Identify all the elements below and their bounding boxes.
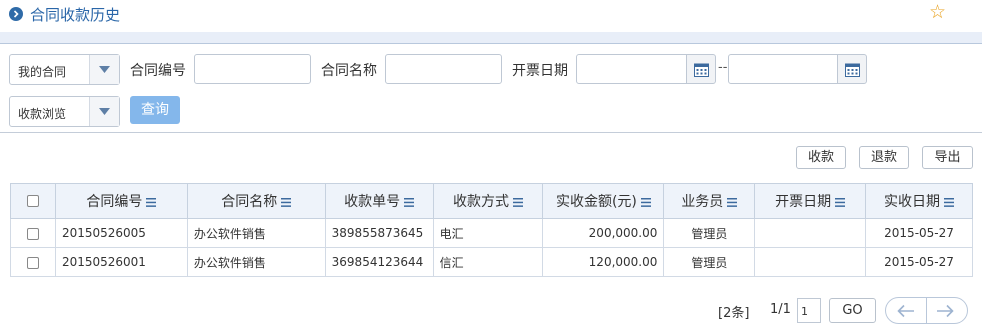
- column-header[interactable]: 业务员: [663, 183, 756, 219]
- salesperson-cell: 管理员: [663, 247, 756, 277]
- column-header[interactable]: 合同名称: [186, 183, 326, 219]
- menu-icon: [404, 197, 415, 207]
- menu-icon: [281, 197, 292, 207]
- receipt-no-cell: 389855873645: [324, 218, 434, 248]
- collect-button[interactable]: 收款: [796, 146, 846, 169]
- page-indicator: 1/1: [770, 302, 791, 317]
- contract-no-input[interactable]: [194, 54, 311, 84]
- table-row[interactable]: 20150526001 办公软件销售 369854123644 信汇 120,0…: [10, 247, 973, 277]
- pager-nav: [885, 297, 968, 324]
- menu-icon: [146, 197, 157, 207]
- column-header[interactable]: 收款方式: [432, 183, 544, 219]
- amount-cell: 120,000.00: [542, 247, 665, 277]
- amount-cell: 200,000.00: [542, 218, 665, 248]
- title-band: [0, 32, 982, 44]
- export-button[interactable]: 导出: [922, 146, 973, 169]
- menu-icon: [513, 197, 524, 207]
- receipt-no-cell: 369854123644: [324, 247, 434, 277]
- menu-icon: [640, 197, 651, 207]
- chevron-down-icon[interactable]: [89, 55, 119, 84]
- table-row[interactable]: 20150526005 办公软件销售 389855873645 电汇 200,0…: [10, 218, 973, 248]
- select-all-cell[interactable]: [10, 183, 56, 219]
- invoice-date-from-input[interactable]: [576, 54, 687, 84]
- chevron-down-icon[interactable]: [89, 97, 119, 126]
- calendar-icon[interactable]: [686, 54, 716, 84]
- received-date-cell: 2015-05-27: [865, 247, 973, 277]
- divider: [0, 132, 982, 133]
- chevron-right-icon: [9, 7, 23, 21]
- contract-no-cell: 20150526001: [54, 247, 188, 277]
- contract-name-cell: 办公软件销售: [186, 247, 326, 277]
- column-header[interactable]: 实收日期: [865, 183, 973, 219]
- salesperson-cell: 管理员: [663, 218, 756, 248]
- arrow-right-icon[interactable]: [936, 304, 954, 322]
- invoice-date-label: 开票日期: [512, 63, 568, 79]
- payment-method-cell: 电汇: [432, 218, 544, 248]
- column-header[interactable]: 收款单号: [324, 183, 434, 219]
- column-header[interactable]: 开票日期: [754, 183, 867, 219]
- page-number-input[interactable]: 1: [797, 298, 821, 323]
- receipts-table: 合同编号 合同名称 收款单号 收款方式 实收金额(元) 业务员 开票日期 实收日…: [10, 183, 973, 277]
- menu-icon: [727, 197, 738, 207]
- table-header-row: 合同编号 合同名称 收款单号 收款方式 实收金额(元) 业务员 开票日期 实收日…: [10, 183, 973, 219]
- refund-button[interactable]: 退款: [859, 146, 909, 169]
- contract-name-label: 合同名称: [321, 63, 377, 79]
- payment-method-cell: 信汇: [432, 247, 544, 277]
- date-range-separator: --: [718, 60, 728, 75]
- title-bar: 合同收款历史 ☆: [0, 0, 982, 32]
- calendar-icon[interactable]: [837, 54, 867, 84]
- go-button[interactable]: GO: [829, 298, 876, 323]
- scope-select[interactable]: 我的合同: [9, 54, 120, 85]
- divider: [926, 298, 927, 323]
- menu-icon: [944, 197, 955, 207]
- arrow-left-icon[interactable]: [897, 304, 915, 322]
- scope-select-value: 我的合同: [18, 65, 67, 79]
- column-header[interactable]: 实收金额(元): [542, 183, 665, 219]
- invoice-date-cell: [754, 218, 867, 248]
- contract-name-input[interactable]: [385, 54, 502, 84]
- menu-icon: [835, 197, 846, 207]
- page-title: 合同收款历史: [30, 6, 121, 24]
- column-header[interactable]: 合同编号: [54, 183, 188, 219]
- contract-name-cell: 办公软件销售: [186, 218, 326, 248]
- record-count: [2条]: [718, 306, 750, 321]
- contract-no-cell: 20150526005: [54, 218, 188, 248]
- select-all-checkbox[interactable]: [26, 195, 39, 207]
- invoice-date-to-input[interactable]: [728, 54, 838, 84]
- received-date-cell: 2015-05-27: [865, 218, 973, 248]
- row-checkbox[interactable]: [26, 256, 39, 269]
- contract-no-label: 合同编号: [130, 63, 186, 79]
- view-select[interactable]: 收款浏览: [9, 96, 120, 127]
- star-icon[interactable]: ☆: [929, 2, 949, 22]
- row-checkbox[interactable]: [26, 227, 39, 240]
- query-button[interactable]: 查询: [130, 96, 180, 124]
- view-select-value: 收款浏览: [18, 107, 67, 121]
- invoice-date-cell: [754, 247, 867, 277]
- row-select-cell[interactable]: [10, 247, 56, 277]
- row-select-cell[interactable]: [10, 218, 56, 248]
